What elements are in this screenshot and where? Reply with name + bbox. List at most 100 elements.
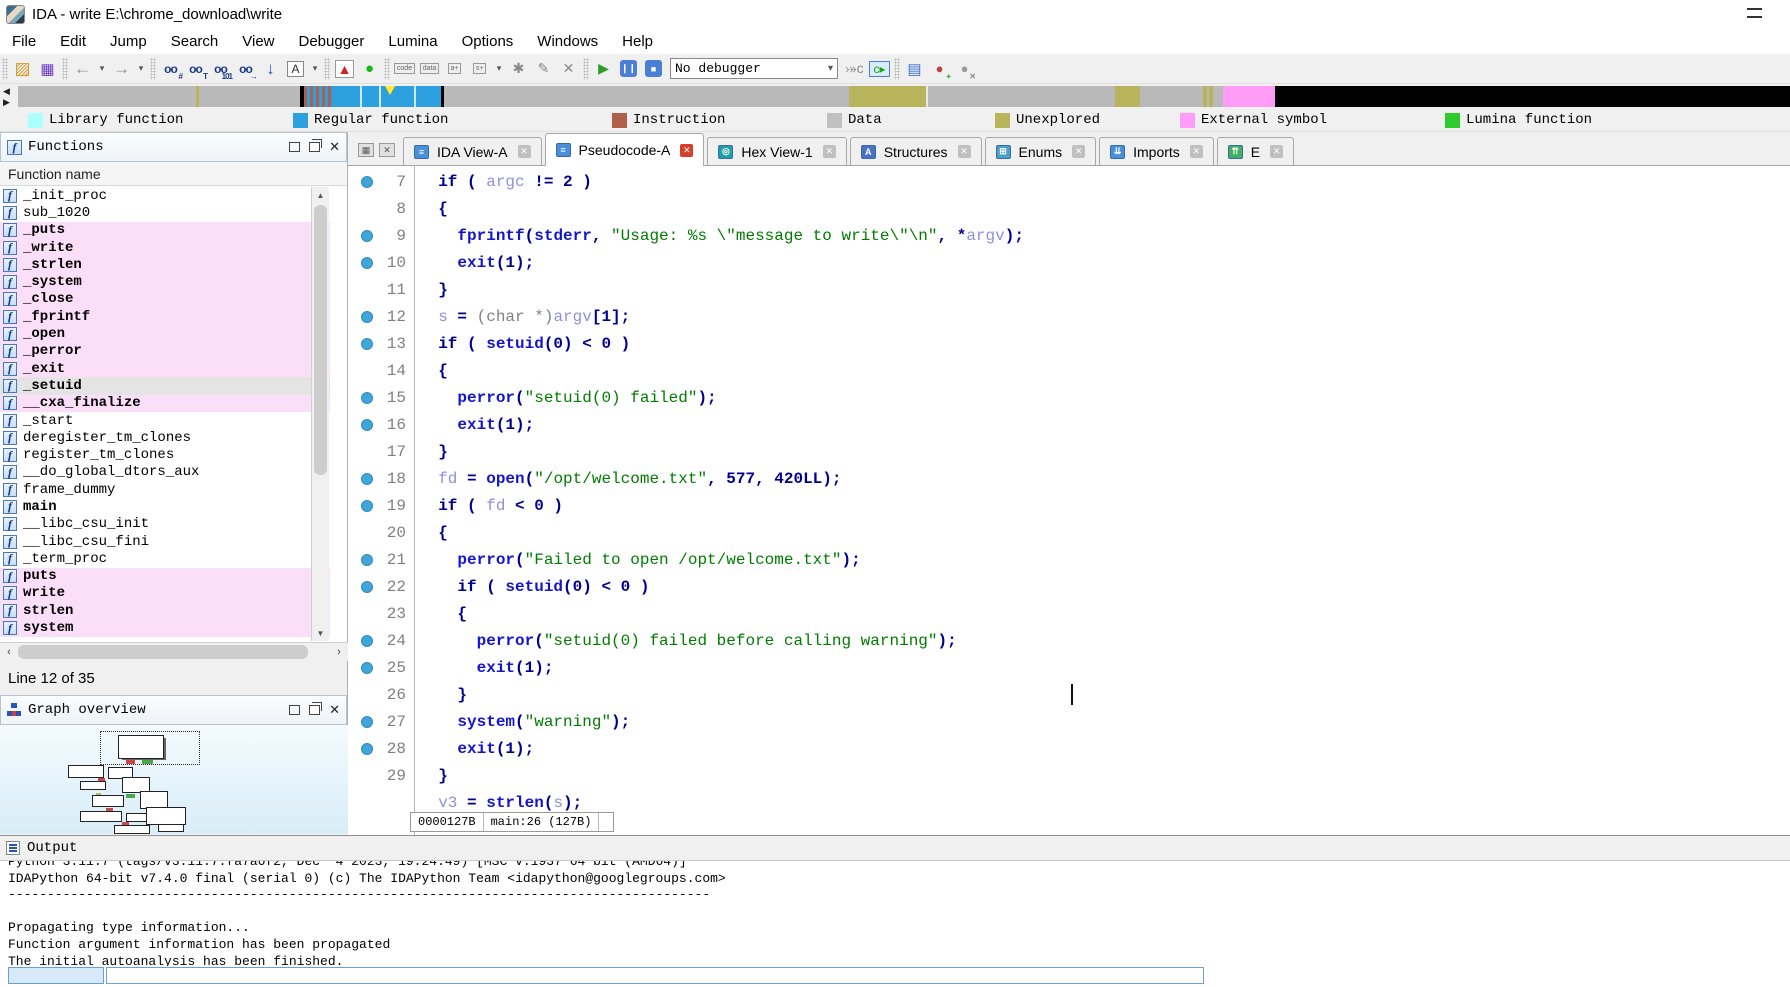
function-row-puts[interactable]: fputs <box>0 568 330 585</box>
menu-options[interactable]: Options <box>450 31 526 52</box>
maximize-icon[interactable] <box>289 142 300 152</box>
band-segment[interactable] <box>379 86 381 107</box>
band-segment[interactable] <box>18 86 300 107</box>
menu-view[interactable]: View <box>230 31 286 52</box>
band-segment[interactable] <box>1223 86 1275 107</box>
code-line-26[interactable]: 26 } <box>348 681 1790 708</box>
code-line-18[interactable]: 18 fd = open("/opt/welcome.txt", 577, 42… <box>348 465 1790 492</box>
graph-overview-header[interactable]: Graph overview ✕ <box>0 695 347 725</box>
tab-close-icon[interactable]: ✕ <box>823 145 836 158</box>
edit-icon[interactable]: ✎ <box>532 57 555 80</box>
window-menu-icon[interactable] <box>1747 8 1762 18</box>
code-line-29[interactable]: 29 } <box>348 762 1790 789</box>
code-line-10[interactable]: 10 exit(1); <box>348 249 1790 276</box>
function-row-_exit[interactable]: f_exit <box>0 360 330 377</box>
band-segment[interactable] <box>304 86 333 107</box>
delete-icon[interactable]: ✕ <box>557 57 580 80</box>
band-segment[interactable] <box>1140 86 1203 107</box>
function-row-main[interactable]: fmain <box>0 498 330 515</box>
create-name-icon[interactable]: a+ <box>443 57 466 80</box>
band-scroll-left-icon[interactable]: ◀ <box>3 86 15 97</box>
tab-enums[interactable]: ⊞Enums✕ <box>985 137 1097 165</box>
code-line-27[interactable]: 27 system("warning"); <box>348 708 1790 735</box>
function-row-_start[interactable]: f_start <box>0 412 330 429</box>
band-segment[interactable] <box>196 86 199 107</box>
code-line-22[interactable]: 22 if ( setuid(0) < 0 ) <box>348 573 1790 600</box>
band-segment[interactable] <box>849 86 926 107</box>
close-icon[interactable]: ✕ <box>329 142 340 152</box>
signature-remove-icon[interactable]: ●✕ <box>953 57 976 80</box>
menu-edit[interactable]: Edit <box>48 31 98 52</box>
band-segment[interactable] <box>1203 86 1207 107</box>
function-row-__libc_csu_fini[interactable]: f__libc_csu_fini <box>0 533 330 550</box>
tab-close-view-button[interactable]: ✕ <box>379 143 395 157</box>
code-line-19[interactable]: 19 if ( fd < 0 ) <box>348 492 1790 519</box>
code-line-23[interactable]: 23 { <box>348 600 1790 627</box>
code-line-7[interactable]: 7 if ( argc != 2 ) <box>348 168 1790 195</box>
menu-search[interactable]: Search <box>159 31 231 52</box>
step-c-icon[interactable]: ⤖c <box>843 57 866 80</box>
function-row-__libc_csu_init[interactable]: f__libc_csu_init <box>0 516 330 533</box>
code-line-21[interactable]: 21 perror("Failed to open /opt/welcome.t… <box>348 546 1790 573</box>
functions-vertical-scrollbar[interactable]: ▲ ▼ <box>311 187 329 641</box>
band-segment[interactable] <box>360 86 362 107</box>
function-row-_fprintf[interactable]: f_fprintf <box>0 308 330 325</box>
float-icon[interactable] <box>309 705 320 715</box>
code-line-12[interactable]: 12 s = (char *)argv[1]; <box>348 303 1790 330</box>
code-line-9[interactable]: 9 fprintf(stderr, "Usage: %s \"message t… <box>348 222 1790 249</box>
function-row-sub_1020[interactable]: fsub_1020 <box>0 204 330 221</box>
forward-icon[interactable]: → <box>110 57 133 80</box>
forward-dropdown-icon[interactable]: ▾ <box>135 57 147 80</box>
back-dropdown-icon[interactable]: ▾ <box>96 57 108 80</box>
search-text-icon[interactable]: ooT <box>184 57 207 80</box>
tab-close-icon[interactable]: ✕ <box>1190 145 1203 158</box>
graph-overview-canvas[interactable] <box>0 725 348 834</box>
function-row-__cxa_finalize[interactable]: f__cxa_finalize <box>0 395 330 412</box>
pseudocode-view[interactable]: 7 if ( argc != 2 )8 {9 fprintf(stderr, "… <box>348 166 1790 835</box>
function-row-_setuid[interactable]: f_setuid <box>0 377 330 394</box>
scroll-left-icon[interactable]: ‹ <box>1 644 17 660</box>
scrollbar-thumb[interactable] <box>18 645 308 659</box>
segments-icon[interactable]: ▤ <box>903 57 926 80</box>
debug-stop-icon[interactable]: ■ <box>642 57 665 80</box>
function-row-register_tm_clones[interactable]: fregister_tm_clones <box>0 446 330 463</box>
code-line-13[interactable]: 13 if ( setuid(0) < 0 ) <box>348 330 1790 357</box>
open-file-icon[interactable]: ▨ <box>11 57 34 80</box>
tab-close-icon[interactable]: ✕ <box>1072 145 1085 158</box>
create-code-icon[interactable]: code <box>393 57 416 80</box>
band-segment[interactable] <box>444 86 849 107</box>
code-line-25[interactable]: 25 exit(1); <box>348 654 1790 681</box>
functions-panel-header[interactable]: f Functions ✕ <box>0 132 347 162</box>
tab-close-icon[interactable]: ✕ <box>680 144 693 157</box>
code-line-24[interactable]: 24 perror("setuid(0) failed before calli… <box>348 627 1790 654</box>
output-console[interactable]: Python 3.11.7 (tags/v3.11.7:fa7a6f2, Dec… <box>0 861 1790 966</box>
function-row-_puts[interactable]: f_puts <box>0 222 330 239</box>
function-row-_strlen[interactable]: f_strlen <box>0 256 330 273</box>
functions-horizontal-scrollbar[interactable]: ‹ › <box>0 642 348 661</box>
function-row-_perror[interactable]: f_perror <box>0 343 330 360</box>
function-row-frame_dummy[interactable]: fframe_dummy <box>0 481 330 498</box>
code-line-15[interactable]: 15 perror("setuid(0) failed"); <box>348 384 1790 411</box>
menu-jump[interactable]: Jump <box>98 31 159 52</box>
navigation-band[interactable] <box>18 86 1790 107</box>
debug-start-icon[interactable]: ▶ <box>592 57 615 80</box>
scroll-right-icon[interactable]: › <box>331 644 347 660</box>
tab-structures[interactable]: AStructures✕ <box>850 137 982 165</box>
band-scroll-arrows[interactable]: ◀ ▶ <box>3 86 15 108</box>
close-icon[interactable]: ✕ <box>329 705 340 715</box>
tab-close-icon[interactable]: ✕ <box>1270 145 1283 158</box>
scroll-down-icon[interactable]: ▼ <box>312 625 329 641</box>
tab-hex-view-1[interactable]: ◎Hex View-1✕ <box>707 137 846 165</box>
run-c-icon[interactable]: c▸ <box>868 57 891 80</box>
create-chunk-icon[interactable]: ✱ <box>507 57 530 80</box>
scrollbar-thumb[interactable] <box>314 205 327 475</box>
code-line-16[interactable]: 16 exit(1); <box>348 411 1790 438</box>
function-name-column-header[interactable]: Function name <box>0 162 347 186</box>
signature-add-icon[interactable]: ●+ <box>928 57 951 80</box>
function-row-__do_global_dtors_aux[interactable]: f__do_global_dtors_aux <box>0 464 330 481</box>
code-line-28[interactable]: 28 exit(1); <box>348 735 1790 762</box>
function-row-system[interactable]: fsystem <box>0 619 330 636</box>
stop-analysis-icon[interactable]: ▲ <box>333 57 356 80</box>
band-segment[interactable] <box>1275 86 1790 107</box>
menu-file[interactable]: File <box>0 31 48 52</box>
